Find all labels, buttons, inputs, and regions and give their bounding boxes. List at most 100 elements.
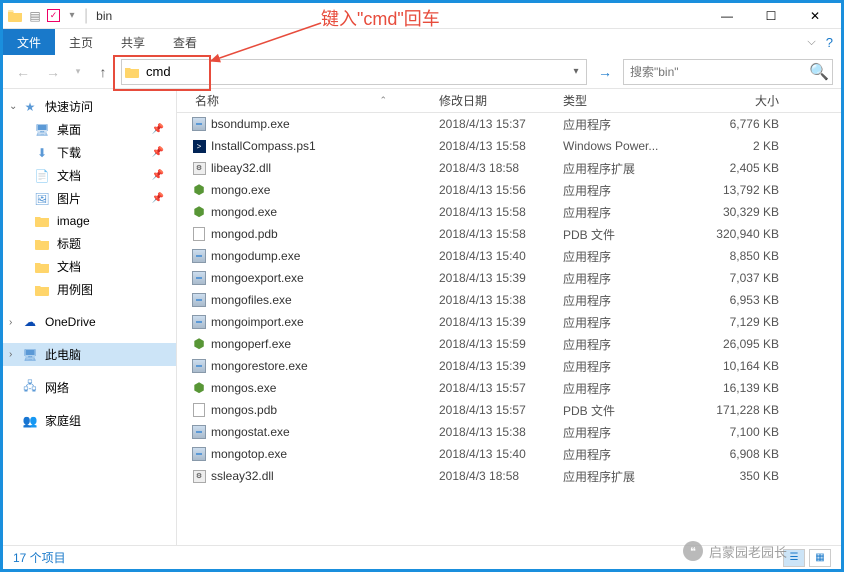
tab-share[interactable]: 共享	[107, 29, 159, 55]
file-size: 16,139 KB	[677, 381, 785, 395]
file-name: InstallCompass.ps1	[209, 139, 433, 153]
table-row[interactable]: bsondump.exe2018/4/13 15:37应用程序6,776 KB	[177, 113, 841, 135]
nav-label: 图片	[57, 190, 81, 207]
file-name: mongoperf.exe	[209, 337, 433, 351]
qat-dropdown-icon[interactable]: ▾	[64, 8, 80, 24]
nav-item[interactable]: 🖥桌面📌	[3, 118, 176, 141]
search-input[interactable]	[624, 63, 806, 81]
recent-dropdown[interactable]: ▾	[71, 60, 85, 84]
nav-item[interactable]: 📄文档📌	[3, 164, 176, 187]
view-icons-button[interactable]: ▦	[809, 549, 831, 567]
file-date: 2018/4/13 15:58	[433, 139, 557, 153]
table-row[interactable]: mongod.pdb2018/4/13 15:58PDB 文件320,940 K…	[177, 223, 841, 245]
table-row[interactable]: mongorestore.exe2018/4/13 15:39应用程序10,16…	[177, 355, 841, 377]
file-date: 2018/4/13 15:38	[433, 293, 557, 307]
nav-quickaccess[interactable]: ⌄★快速访问	[3, 95, 176, 118]
tab-file[interactable]: 文件	[3, 29, 55, 55]
tab-home[interactable]: 主页	[55, 29, 107, 55]
file-date: 2018/4/3 18:58	[433, 469, 557, 483]
up-button[interactable]: ↑	[91, 60, 115, 84]
table-row[interactable]: mongofiles.exe2018/4/13 15:38应用程序6,953 K…	[177, 289, 841, 311]
file-name: mongod.exe	[209, 205, 433, 219]
file-type: 应用程序	[557, 270, 677, 287]
col-date[interactable]: 修改日期	[433, 92, 557, 109]
forward-button[interactable]: →	[41, 60, 65, 84]
file-type: 应用程序	[557, 380, 677, 397]
table-row[interactable]: mongos.pdb2018/4/13 15:57PDB 文件171,228 K…	[177, 399, 841, 421]
nav-label: 文档	[57, 167, 81, 184]
file-icon: ⚙	[189, 162, 209, 175]
nav-icon	[33, 236, 51, 252]
nav-icon	[33, 259, 51, 275]
nav-item[interactable]: 用例图	[3, 278, 176, 301]
table-row[interactable]: mongoexport.exe2018/4/13 15:39应用程序7,037 …	[177, 267, 841, 289]
file-date: 2018/4/13 15:39	[433, 359, 557, 373]
search-icon[interactable]: 🔍	[806, 62, 832, 82]
col-size[interactable]: 大小	[677, 92, 785, 109]
tab-view[interactable]: 查看	[159, 29, 211, 55]
table-row[interactable]: mongostat.exe2018/4/13 15:38应用程序7,100 KB	[177, 421, 841, 443]
file-type: 应用程序扩展	[557, 160, 677, 177]
file-name: libeay32.dll	[209, 161, 433, 175]
file-date: 2018/4/13 15:58	[433, 227, 557, 241]
props-icon[interactable]: ▤	[27, 8, 43, 24]
file-icon: ⚙	[189, 470, 209, 483]
ribbon-expand-icon[interactable]: ⌵	[807, 36, 815, 49]
file-icon: ⬢	[189, 336, 209, 352]
file-name: mongos.exe	[209, 381, 433, 395]
file-size: 2 KB	[677, 139, 785, 153]
nav-network[interactable]: 🖧网络	[3, 376, 176, 399]
file-size: 7,129 KB	[677, 315, 785, 329]
col-type[interactable]: 类型	[557, 92, 677, 109]
file-size: 13,792 KB	[677, 183, 785, 197]
table-row[interactable]: ⬢mongos.exe2018/4/13 15:57应用程序16,139 KB	[177, 377, 841, 399]
nav-icon	[33, 282, 51, 298]
file-name: mongorestore.exe	[209, 359, 433, 373]
table-row[interactable]: mongoimport.exe2018/4/13 15:39应用程序7,129 …	[177, 311, 841, 333]
watermark: ❝ 启蒙园老园长	[683, 541, 787, 561]
back-button[interactable]: ←	[11, 60, 35, 84]
nav-item[interactable]: image	[3, 210, 176, 232]
file-name: mongos.pdb	[209, 403, 433, 417]
nav-onedrive[interactable]: ›☁OneDrive	[3, 311, 176, 333]
pin-icon: 📌	[152, 124, 164, 135]
file-icon	[189, 447, 209, 461]
table-row[interactable]: ⬢mongoperf.exe2018/4/13 15:59应用程序26,095 …	[177, 333, 841, 355]
address-dropdown-icon[interactable]: ▾	[566, 66, 586, 77]
file-size: 30,329 KB	[677, 205, 785, 219]
file-date: 2018/4/13 15:40	[433, 249, 557, 263]
nav-item[interactable]: ⬇下载📌	[3, 141, 176, 164]
nav-icon: 🖼	[33, 191, 51, 207]
minimize-button[interactable]: —	[705, 3, 749, 29]
address-input[interactable]	[142, 62, 566, 81]
nav-item[interactable]: 标题	[3, 232, 176, 255]
table-row[interactable]: mongotop.exe2018/4/13 15:40应用程序6,908 KB	[177, 443, 841, 465]
close-button[interactable]: ✕	[793, 3, 837, 29]
file-name: mongoexport.exe	[209, 271, 433, 285]
nav-item[interactable]: 🖼 图片 📌	[3, 187, 176, 210]
table-row[interactable]: ⬢mongo.exe2018/4/13 15:56应用程序13,792 KB	[177, 179, 841, 201]
table-row[interactable]: ⬢mongod.exe2018/4/13 15:58应用程序30,329 KB	[177, 201, 841, 223]
table-row[interactable]: ⚙ssleay32.dll2018/4/3 18:58应用程序扩展350 KB	[177, 465, 841, 487]
go-button[interactable]: →	[593, 60, 617, 84]
file-icon	[189, 249, 209, 263]
ribbon-help-icon[interactable]: ?	[826, 35, 833, 50]
pin-icon: 📌	[152, 193, 164, 204]
nav-item[interactable]: 文档	[3, 255, 176, 278]
table-row[interactable]: >InstallCompass.ps12018/4/13 15:58Window…	[177, 135, 841, 157]
file-type: 应用程序扩展	[557, 468, 677, 485]
file-icon	[189, 117, 209, 131]
file-size: 10,164 KB	[677, 359, 785, 373]
file-icon	[189, 403, 209, 417]
table-row[interactable]: mongodump.exe2018/4/13 15:40应用程序8,850 KB	[177, 245, 841, 267]
file-size: 7,100 KB	[677, 425, 785, 439]
col-name[interactable]: 名称⌃	[189, 92, 433, 109]
table-row[interactable]: ⚙libeay32.dll2018/4/3 18:58应用程序扩展2,405 K…	[177, 157, 841, 179]
titlebar: ▤ ✓ ▾ | bin — ☐ ✕	[3, 3, 841, 29]
maximize-button[interactable]: ☐	[749, 3, 793, 29]
nav-icon: ⬇	[33, 145, 51, 161]
nav-homegroup[interactable]: 👥家庭组	[3, 409, 176, 432]
nav-thispc[interactable]: ›🖥此电脑	[3, 343, 176, 366]
file-icon	[189, 227, 209, 241]
file-name: mongofiles.exe	[209, 293, 433, 307]
